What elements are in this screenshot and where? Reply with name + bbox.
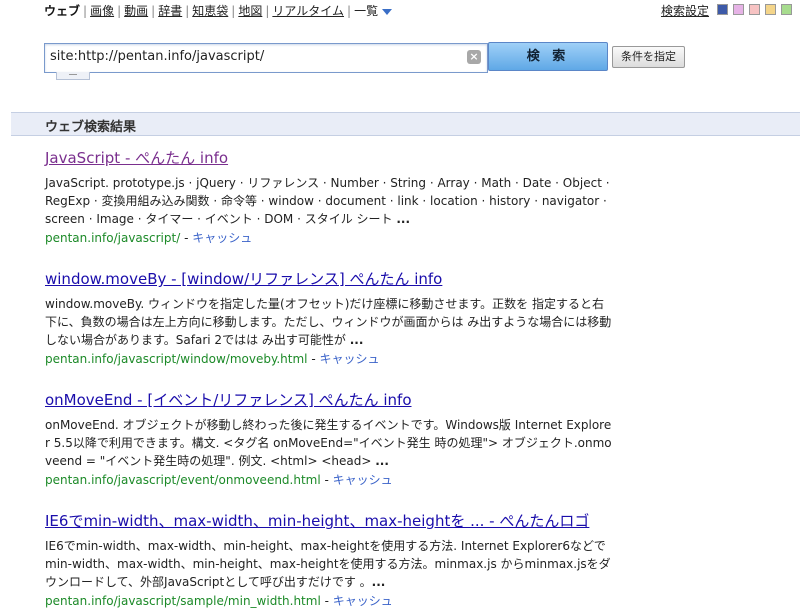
nav-separator: | — [83, 4, 88, 18]
result-snippet: IE6でmin-width、max-width、min-height、max-h… — [45, 539, 611, 589]
theme-swatch-green[interactable] — [781, 4, 792, 15]
nav-tab-dictionary[interactable]: 辞書 — [158, 4, 182, 18]
nav-tab-map[interactable]: 地図 — [238, 4, 262, 18]
search-button[interactable]: 検 索 — [488, 42, 608, 71]
nav-more-dropdown[interactable]: 一覧 — [354, 4, 393, 18]
nav-separator: | — [151, 4, 156, 18]
search-result: IE6でmin-width、max-width、min-height、max-h… — [45, 510, 613, 610]
advanced-search-button[interactable]: 条件を指定 — [612, 46, 685, 68]
result-cache-link[interactable]: キャッシュ — [192, 231, 252, 245]
result-url: pentan.info/javascript/window/moveby.htm… — [45, 352, 308, 366]
nav-separator: | — [185, 4, 190, 18]
result-cache-link[interactable]: キャッシュ — [333, 473, 393, 487]
results-header-bar: ウェブ検索結果 — [11, 112, 800, 136]
result-url-line: pentan.info/javascript/sample/min_width.… — [45, 594, 393, 608]
result-snippet: onMoveEnd. オブジェクトが移動し終わった後に発生するイベントです。Wi… — [45, 418, 612, 468]
nav-separator: | — [231, 4, 236, 18]
results-header-title: ウェブ検索結果 — [45, 120, 137, 135]
nav-tab-chiebukuro[interactable]: 知恵袋 — [192, 4, 228, 18]
nav-separator: | — [117, 4, 122, 18]
search-result: JavaScript - ぺんたん info JavaScript. proto… — [45, 147, 613, 247]
result-url-line: pentan.info/javascript/ - キャッシュ — [45, 231, 253, 245]
result-title-link[interactable]: window.moveBy - [window/リファレンス] ぺんたん inf… — [45, 270, 442, 288]
search-result: onMoveEnd - [イベント/リファレンス] ぺんたん info onMo… — [45, 389, 613, 489]
theme-swatch-orange[interactable] — [765, 4, 776, 15]
nav-tab-web[interactable]: ウェブ — [44, 2, 80, 19]
result-cache-link[interactable]: キャッシュ — [333, 594, 393, 608]
result-title-link[interactable]: IE6でmin-width、max-width、min-height、max-h… — [45, 512, 589, 530]
nav-separator: | — [265, 4, 270, 18]
result-url: pentan.info/javascript/ — [45, 231, 181, 245]
search-result: window.moveBy - [window/リファレンス] ぺんたん inf… — [45, 268, 613, 368]
chevron-down-icon — [382, 8, 393, 15]
search-box: × — [44, 43, 488, 73]
result-url-line: pentan.info/javascript/event/onmoveend.h… — [45, 473, 393, 487]
result-snippet: window.moveBy. ウィンドウを指定した量(オフセット)だけ座標に移動… — [45, 297, 612, 347]
result-url-line: pentan.info/javascript/window/moveby.htm… — [45, 352, 380, 366]
result-url: pentan.info/javascript/sample/min_width.… — [45, 594, 321, 608]
clear-icon[interactable]: × — [467, 50, 481, 64]
nav-tab-realtime[interactable]: リアルタイム — [272, 4, 344, 18]
nav-more-label: 一覧 — [354, 4, 379, 18]
search-assist-toggle[interactable] — [56, 72, 90, 80]
nav-separator: | — [347, 4, 352, 18]
result-title-link[interactable]: JavaScript - ぺんたん info — [45, 149, 228, 167]
search-input[interactable] — [50, 49, 450, 64]
result-title-link[interactable]: onMoveEnd - [イベント/リファレンス] ぺんたん info — [45, 391, 412, 409]
theme-swatch-pink[interactable] — [733, 4, 744, 15]
result-snippet: JavaScript. prototype.js · jQuery · リファレ… — [45, 176, 610, 226]
theme-swatch-red[interactable] — [749, 4, 760, 15]
result-url: pentan.info/javascript/event/onmoveend.h… — [45, 473, 321, 487]
search-settings-link[interactable]: 検索設定 — [661, 2, 709, 19]
nav-tab-video[interactable]: 動画 — [124, 4, 148, 18]
nav-tab-images[interactable]: 画像 — [90, 4, 114, 18]
theme-swatch-blue[interactable] — [717, 4, 728, 15]
vertical-nav: ウェブ | 画像 | 動画 | 辞書 | 知恵袋 | 地図 | リアルタイム | 一覧 — [44, 2, 393, 19]
result-cache-link[interactable]: キャッシュ — [319, 352, 379, 366]
